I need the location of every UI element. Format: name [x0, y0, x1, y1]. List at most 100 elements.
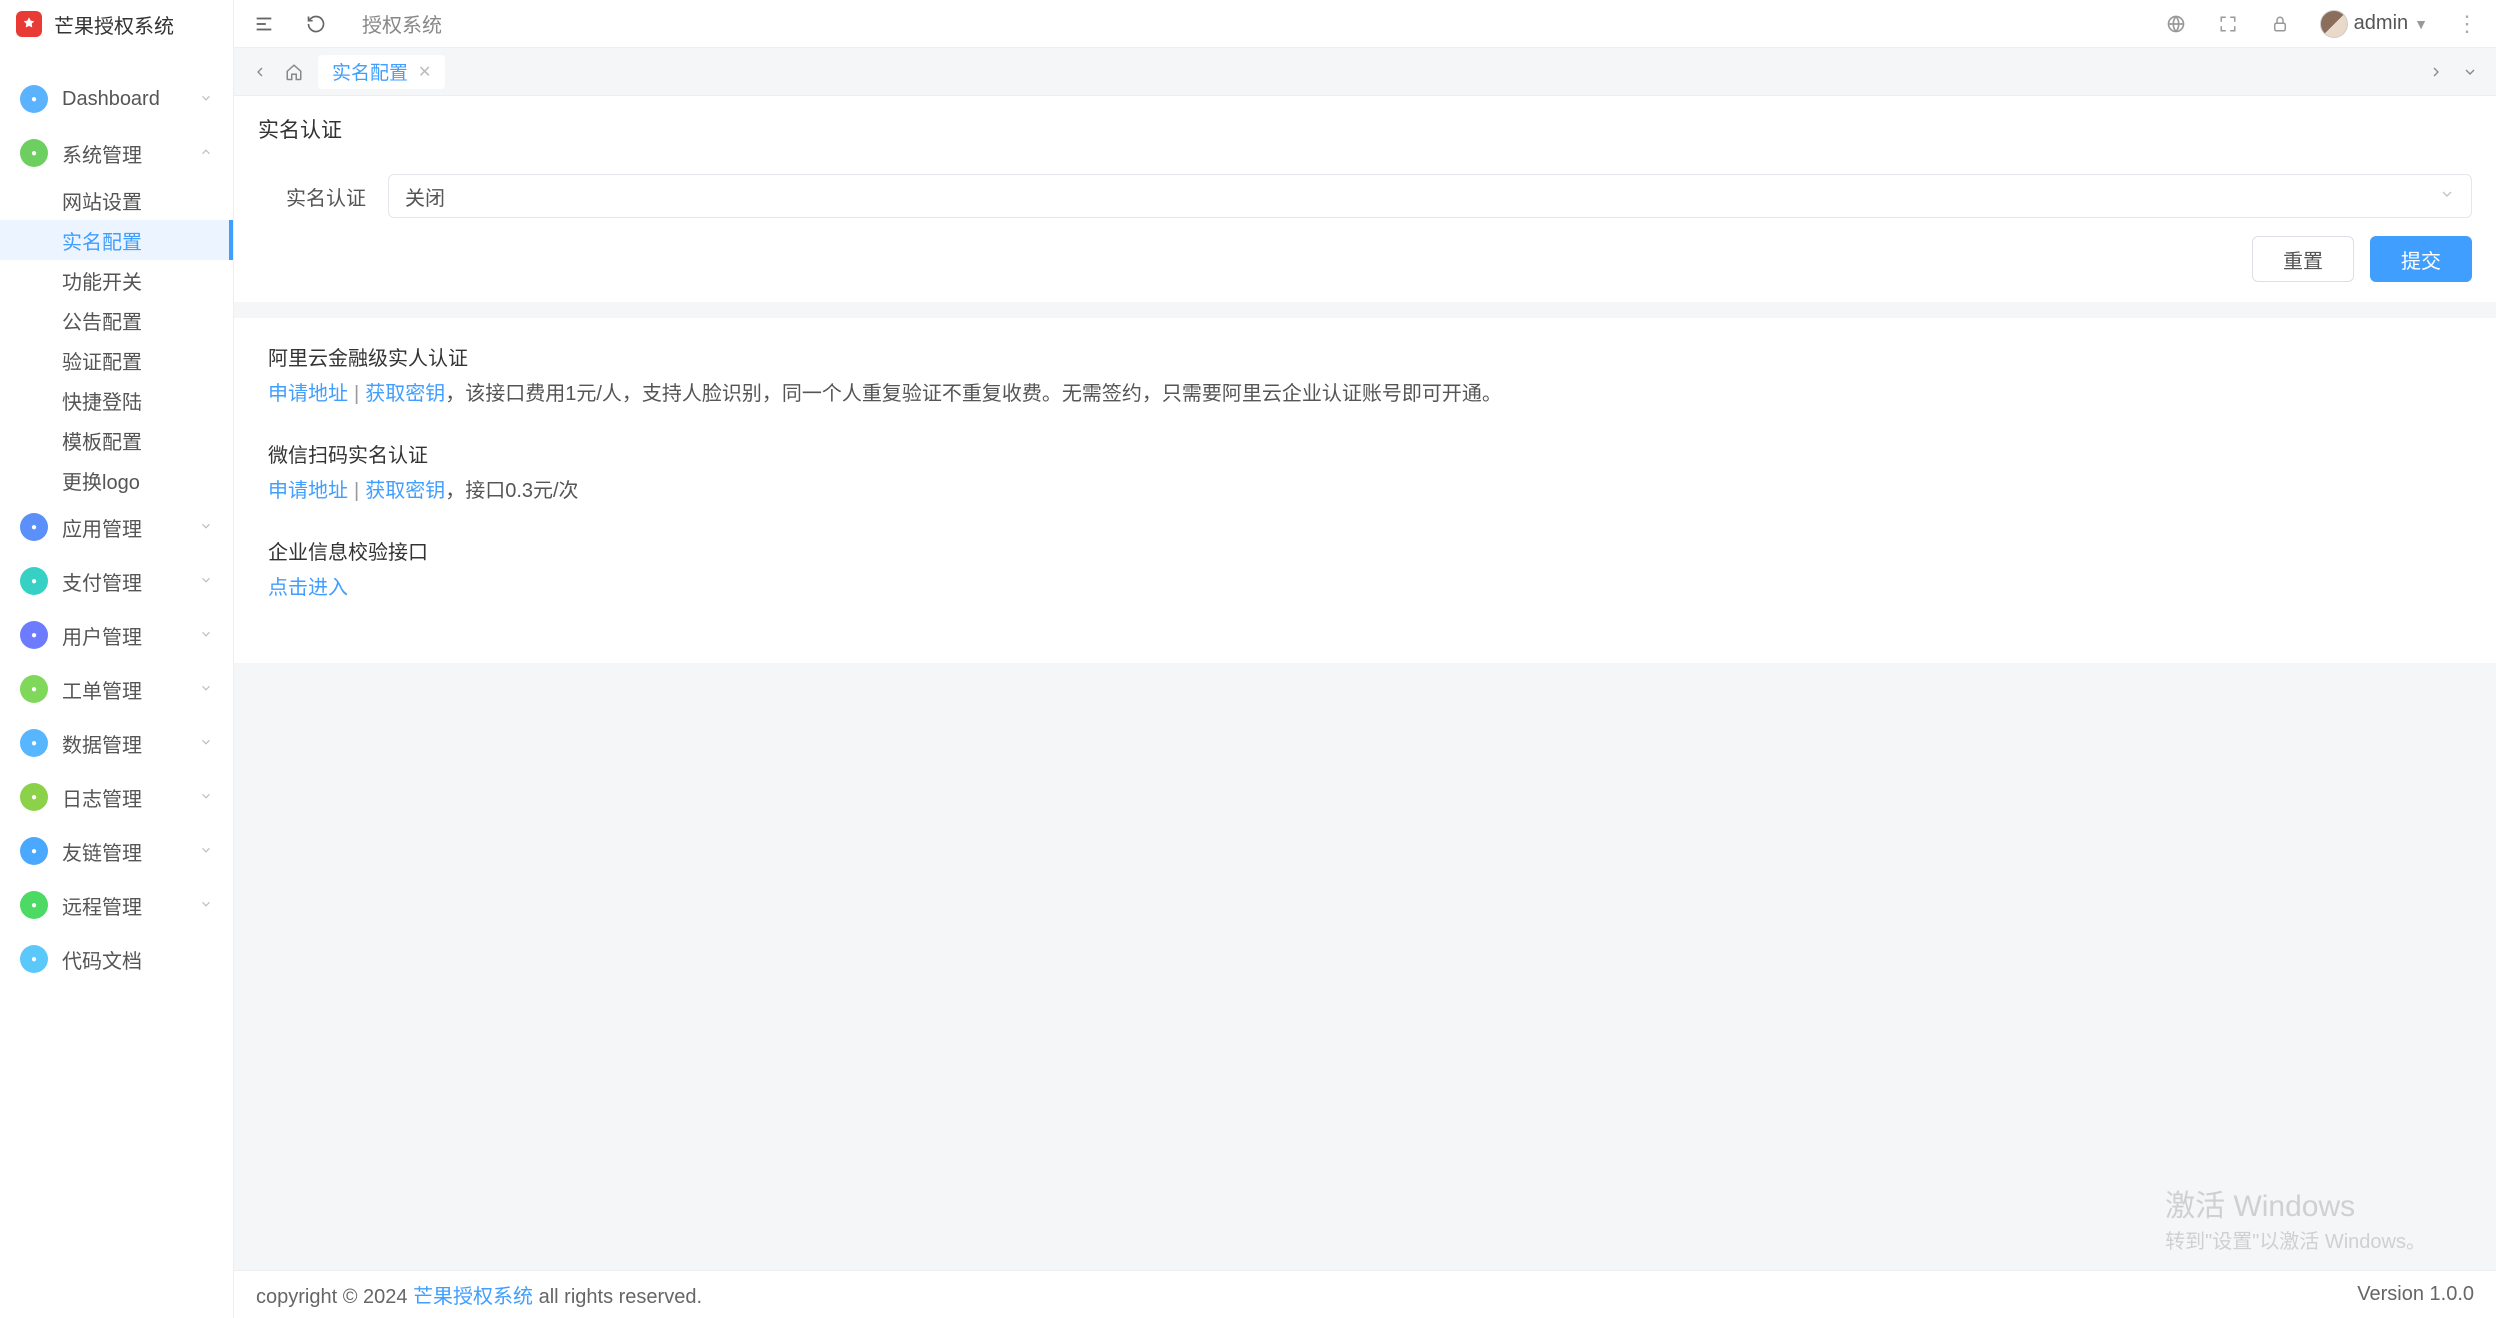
info-title: 阿里云金融级实人认证 — [268, 342, 2462, 371]
footer: copyright © 2024 芒果授权系统 all rights reser… — [234, 1270, 2496, 1318]
mango-icon — [16, 11, 42, 37]
nav-icon: ● — [20, 837, 48, 865]
info-link[interactable]: 获取密钥 — [365, 480, 445, 502]
avatar — [2320, 10, 2348, 38]
fullscreen-icon[interactable] — [2216, 12, 2240, 36]
nav-item[interactable]: ●支付管理 — [0, 554, 233, 608]
nav-icon: ● — [20, 139, 48, 167]
chevron-up-icon — [199, 143, 213, 164]
chevron-down-icon — [199, 733, 213, 754]
nav-icon: ● — [20, 85, 48, 113]
nav-label: Dashboard — [62, 88, 199, 111]
info-link[interactable]: 申请地址 — [268, 480, 348, 502]
tab-active[interactable]: 实名配置 ✕ — [318, 55, 445, 89]
info-link[interactable]: 点击进入 — [268, 577, 348, 599]
sidebar-sub-item[interactable]: 验证配置 — [62, 340, 233, 380]
chevron-down-icon: ▼ — [2414, 16, 2428, 32]
nav-item[interactable]: ● 远程管理 — [0, 878, 233, 932]
info-link[interactable]: 申请地址 — [268, 383, 348, 405]
chevron-down-icon — [199, 841, 213, 862]
chevron-down-icon — [199, 895, 213, 916]
breadcrumb: 授权系统 — [362, 9, 442, 38]
info-panel: 阿里云金融级实人认证申请地址|获取密钥，该接口费用1元/人，支持人脸识别，同一个… — [234, 318, 2496, 663]
nav-item[interactable]: ● 工单管理 — [0, 662, 233, 716]
info-block: 阿里云金融级实人认证申请地址|获取密钥，该接口费用1元/人，支持人脸识别，同一个… — [268, 342, 2462, 411]
brand[interactable]: 芒果授权系统 — [0, 0, 233, 48]
nav-label: 应用管理 — [62, 513, 199, 542]
info-block: 企业信息校验接口点击进入 — [268, 536, 2462, 605]
footer-brand-link[interactable]: 芒果授权系统 — [413, 1286, 533, 1308]
sidebar-sub-item[interactable]: 更换logo — [62, 460, 233, 500]
chevron-down-icon — [199, 571, 213, 592]
nav-item[interactable]: ● 友链管理 — [0, 824, 233, 878]
chevron-down-icon — [199, 517, 213, 538]
sidebar-sub-item[interactable]: 模板配置 — [62, 420, 233, 460]
nav-icon: ● — [20, 675, 48, 703]
close-icon[interactable]: ✕ — [418, 62, 431, 82]
refresh-icon[interactable] — [304, 12, 328, 36]
nav-icon: ● — [20, 945, 48, 973]
button-row: 重置 提交 — [234, 232, 2496, 302]
select-realname[interactable]: 关闭 — [388, 174, 2472, 218]
nav-item[interactable]: ● 日志管理 — [0, 770, 233, 824]
info-line: 点击进入 — [268, 571, 2462, 605]
nav-item[interactable]: ● 代码文档 — [0, 932, 233, 986]
nav-label: 支付管理 — [62, 567, 199, 596]
tab-label: 实名配置 — [332, 58, 408, 85]
nav-label: 日志管理 — [62, 783, 199, 812]
version: Version 1.0.0 — [2357, 1283, 2474, 1306]
globe-icon[interactable] — [2164, 12, 2188, 36]
chevron-down-icon — [199, 679, 213, 700]
tab-prev-icon[interactable] — [246, 58, 274, 86]
nav-item[interactable]: ● 应用管理 — [0, 500, 233, 554]
lock-icon[interactable] — [2268, 12, 2292, 36]
username: admin — [2354, 12, 2408, 35]
sidebar-sub-item[interactable]: 公告配置 — [62, 300, 233, 340]
nav-icon: ● — [20, 729, 48, 757]
header: 授权系统 admin ▼ ⋮ — [234, 0, 2496, 48]
nav-icon: ● — [20, 891, 48, 919]
nav: ● Dashboard ● 系统管理网站设置实名配置功能开关公告配置验证配置快捷登陆模… — [0, 48, 233, 986]
tabs-bar: 实名配置 ✕ — [234, 48, 2496, 96]
info-link[interactable]: 获取密钥 — [365, 383, 445, 405]
nav-item[interactable]: ● 用户管理 — [0, 608, 233, 662]
nav-icon: ● — [20, 513, 48, 541]
brand-title: 芒果授权系统 — [54, 10, 174, 39]
reset-button[interactable]: 重置 — [2252, 236, 2354, 282]
panel-title: 实名认证 — [234, 96, 2496, 160]
sidebar-sub-item[interactable]: 网站设置 — [62, 180, 233, 220]
nav-label: 用户管理 — [62, 621, 199, 650]
chevron-down-icon — [2439, 185, 2455, 208]
sidebar-sub-item[interactable]: 实名配置 — [0, 220, 233, 260]
nav-label: 数据管理 — [62, 729, 199, 758]
user-menu[interactable]: admin ▼ — [2320, 10, 2428, 38]
chevron-down-icon — [199, 787, 213, 808]
submit-button[interactable]: 提交 — [2370, 236, 2472, 282]
form-panel: 实名认证 实名认证 关闭 重置 提交 — [234, 96, 2496, 302]
info-line: 申请地址|获取密钥，该接口费用1元/人，支持人脸识别，同一个人重复验证不重复收费… — [268, 377, 2462, 411]
collapse-icon[interactable] — [252, 12, 276, 36]
nav-label: 代码文档 — [62, 945, 213, 974]
sidebar-sub-item[interactable]: 快捷登陆 — [62, 380, 233, 420]
tab-next-icon[interactable] — [2422, 58, 2450, 86]
home-tab-icon[interactable] — [280, 58, 308, 86]
form-row: 实名认证 关闭 — [234, 160, 2496, 232]
nav-icon: ● — [20, 621, 48, 649]
copyright: copyright © 2024 芒果授权系统 all rights reser… — [256, 1280, 702, 1309]
nav-item[interactable]: ● 数据管理 — [0, 716, 233, 770]
nav-label: 远程管理 — [62, 891, 199, 920]
nav-label: 工单管理 — [62, 675, 199, 704]
nav-item[interactable]: ● Dashboard — [0, 72, 233, 126]
nav-label: 系统管理 — [62, 139, 199, 168]
sidebar: 芒果授权系统 ● Dashboard ● 系统管理网站设置实名配置功能开关公告配置验证… — [0, 0, 234, 1318]
kebab-icon[interactable]: ⋮ — [2456, 11, 2478, 37]
sidebar-sub-item[interactable]: 功能开关 — [62, 260, 233, 300]
nav-label: 友链管理 — [62, 837, 199, 866]
tab-dropdown-icon[interactable] — [2456, 58, 2484, 86]
nav-item[interactable]: ● 系统管理 — [0, 126, 233, 180]
info-line: 申请地址|获取密钥，接口0.3元/次 — [268, 474, 2462, 508]
main: 实名认证 实名认证 关闭 重置 提交 阿里云金融级实人认证申请地址|获取密钥，该… — [234, 96, 2496, 1270]
nav-icon: ● — [20, 783, 48, 811]
chevron-down-icon — [199, 625, 213, 646]
info-title: 企业信息校验接口 — [268, 536, 2462, 565]
